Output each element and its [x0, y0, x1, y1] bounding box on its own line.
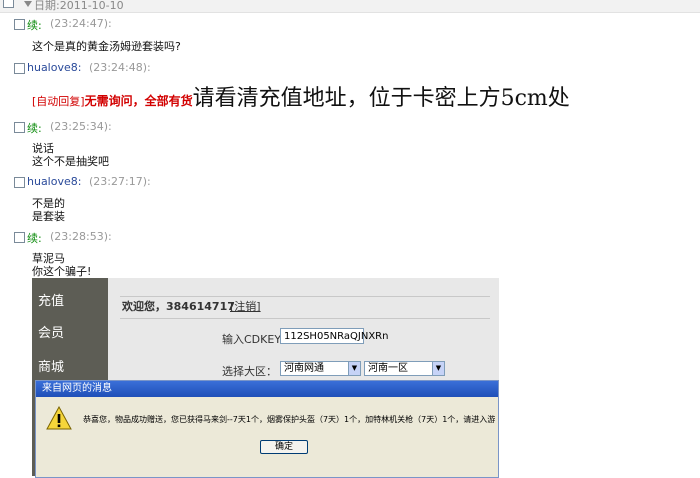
message-checkbox[interactable]	[14, 177, 25, 188]
sender-name: 续:	[27, 232, 42, 245]
sender-name: hualove8:	[27, 175, 82, 188]
message-time: (23:24:47):	[50, 17, 112, 30]
menu-item-member: 会员	[38, 326, 65, 341]
region-label: 选择大区：	[222, 365, 277, 378]
warning-icon	[46, 406, 72, 430]
auto-reply-tag: [自动回复]	[32, 95, 85, 108]
dropdown-arrow-icon: ▼	[432, 362, 444, 375]
divider	[120, 318, 490, 319]
collapse-arrow-icon[interactable]	[24, 1, 32, 7]
message-time: (23:27:17):	[89, 175, 151, 188]
message-checkbox[interactable]	[14, 63, 25, 74]
message-text: 这个不是抽奖吧	[32, 155, 109, 168]
auto-reply-large-text: 请看清充值地址，位于卡密上方5cm处	[192, 86, 570, 111]
date-checkbox[interactable]	[3, 0, 14, 8]
menu-item-recharge: 充值	[38, 294, 65, 309]
message-checkbox[interactable]	[14, 122, 25, 133]
message-text: 这个是真的黄金汤姆逊套装吗?	[32, 40, 181, 53]
alert-dialog: 来自网页的消息 恭喜您，物品成功赠送，您已获得马来剑--7天1个，烟雾保护头盔（…	[35, 380, 499, 478]
cdkey-input: 112SH05NRaQJNXRn	[280, 328, 388, 344]
message-text: 是套装	[32, 210, 65, 223]
dialog-title: 来自网页的消息	[36, 381, 498, 397]
server-select: 河南一区 ▼	[364, 361, 445, 376]
message-checkbox[interactable]	[14, 19, 25, 30]
region-select: 河南网通 ▼	[280, 361, 361, 376]
message-time: (23:28:53):	[50, 230, 112, 243]
dialog-message: 恭喜您，物品成功赠送，您已获得马来剑--7天1个，烟雾保护头盔（7天）1个，加特…	[83, 415, 496, 424]
message-checkbox[interactable]	[14, 232, 25, 243]
dropdown-arrow-icon: ▼	[348, 362, 360, 375]
logout-link: [注销]	[230, 300, 261, 313]
message-time: (23:25:34):	[50, 120, 112, 133]
region-value: 河南网通	[284, 363, 324, 374]
ok-button: 确定	[260, 440, 308, 454]
date-label: 日期:2011-10-10	[34, 0, 124, 12]
auto-reply-bold: 无需询问，全部有货	[84, 94, 193, 108]
date-header: 日期:2011-10-10	[0, 0, 700, 13]
menu-item-mall: 商城	[38, 360, 65, 375]
welcome-text: 欢迎您，384614717	[122, 300, 235, 313]
sender-name: hualove8:	[27, 61, 82, 74]
server-value: 河南一区	[368, 363, 408, 374]
divider	[120, 296, 490, 297]
message-time: (23:24:48):	[89, 61, 151, 74]
sender-name: 续:	[27, 19, 42, 32]
sender-name: 续:	[27, 122, 42, 135]
auto-reply-message: [自动回复]无需询问，全部有货请看清充值地址，位于卡密上方5cm处	[32, 80, 570, 112]
message-text: 你这个骗子!	[32, 265, 92, 278]
